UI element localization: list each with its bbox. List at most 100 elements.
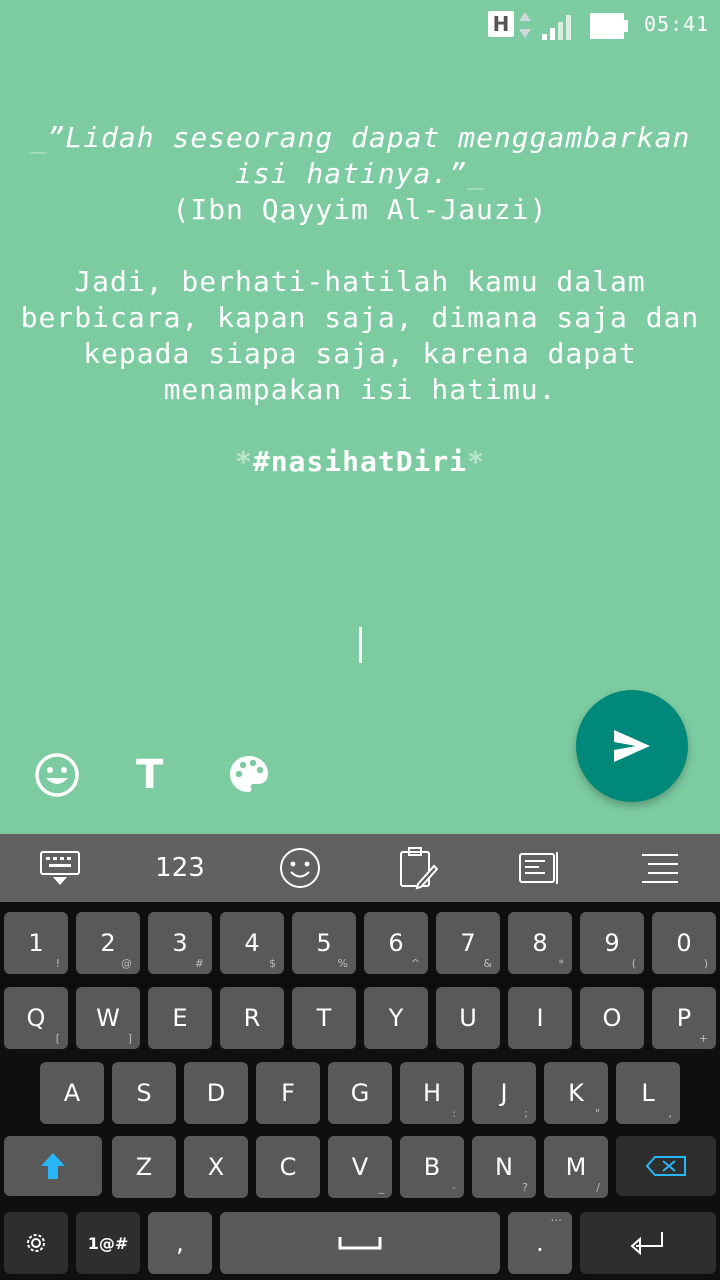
key-e[interactable]: E — [148, 987, 212, 1049]
key-0[interactable]: 0) — [652, 912, 716, 974]
key-r[interactable]: R — [220, 987, 284, 1049]
clock: 05:41 — [644, 12, 710, 36]
key-k[interactable]: K " — [544, 1062, 608, 1124]
symbols-key[interactable]: 1@# — [76, 1212, 140, 1274]
key-label: 7 — [460, 929, 476, 957]
key-b[interactable]: B- — [400, 1136, 464, 1198]
key-7[interactable]: 7 & — [436, 912, 500, 974]
key-label: K — [568, 1079, 584, 1107]
key-1[interactable]: 1! — [4, 912, 68, 974]
key-v[interactable]: V _ — [328, 1136, 392, 1198]
key-o[interactable]: O — [580, 987, 644, 1049]
key-label: H — [422, 1079, 442, 1107]
enter-key[interactable] — [580, 1212, 716, 1274]
key-label: G — [350, 1079, 370, 1107]
key-p[interactable]: P + — [652, 987, 716, 1049]
key-secondary-label: & — [483, 957, 492, 970]
key-y[interactable]: Y — [364, 987, 428, 1049]
key-2[interactable]: 2 @ — [76, 912, 140, 974]
key-label: Q — [26, 1004, 46, 1032]
keyboard-menu-button[interactable] — [620, 834, 700, 902]
status-bar: H 05:41 — [0, 0, 720, 50]
period-label: . — [536, 1229, 544, 1257]
key-t[interactable]: T — [292, 987, 356, 1049]
key-x[interactable]: X — [184, 1136, 248, 1198]
key-label: 6 — [388, 929, 404, 957]
key-label: C — [279, 1153, 297, 1181]
keyboard-hide-button[interactable] — [20, 834, 100, 902]
key-label: I — [536, 1004, 544, 1032]
emoji-icon[interactable] — [34, 752, 80, 798]
key-secondary-label: , — [668, 1107, 673, 1120]
key-s[interactable]: S — [112, 1062, 176, 1124]
key-label: O — [602, 1004, 622, 1032]
status-text-area[interactable]: _”Lidah seseorang dapat menggambarkan is… — [20, 120, 700, 480]
key-label: Z — [135, 1153, 153, 1181]
backspace-key[interactable] — [616, 1136, 716, 1196]
palette-icon[interactable] — [228, 752, 270, 798]
numbers-button[interactable]: 123 — [140, 834, 220, 902]
key-secondary-label: $ — [269, 957, 276, 970]
key-label: X — [207, 1153, 225, 1181]
key-6[interactable]: 6 ^ — [364, 912, 428, 974]
space-key[interactable] — [220, 1212, 500, 1274]
key-5[interactable]: 5% — [292, 912, 356, 974]
quote-line-1: _”Lidah seseorang dapat menggambarkan — [20, 120, 700, 156]
key-i[interactable]: I — [508, 987, 572, 1049]
key-j[interactable]: J; — [472, 1062, 536, 1124]
key-8[interactable]: 8 * — [508, 912, 572, 974]
key-m[interactable]: M / — [544, 1136, 608, 1198]
period-key[interactable]: . ... — [508, 1210, 572, 1274]
send-icon — [614, 730, 650, 762]
key-z[interactable]: Z — [112, 1136, 176, 1198]
hashtag: #nasihatDiri — [252, 445, 468, 478]
key-4[interactable]: 4 $ — [220, 912, 284, 974]
text-edit-button[interactable] — [500, 834, 580, 902]
key-c[interactable]: C — [256, 1136, 320, 1198]
keyboard-hide-icon — [40, 851, 80, 885]
key-3[interactable]: 3 # — [148, 912, 212, 974]
smiley-icon — [280, 848, 320, 888]
key-label: S — [136, 1079, 152, 1107]
key-label: E — [172, 1004, 188, 1032]
key-secondary-label: ? — [522, 1181, 528, 1194]
key-label: T — [316, 1004, 332, 1032]
key-h[interactable]: H: — [400, 1062, 464, 1124]
backspace-icon — [645, 1156, 686, 1176]
key-label: N — [495, 1153, 513, 1181]
text-style-button[interactable]: T — [136, 752, 163, 798]
body-line-2: berbicara, kapan saja, dimana saja dan — [20, 301, 700, 334]
comma-key[interactable]: , — [148, 1212, 212, 1274]
clipboard-button[interactable] — [378, 834, 458, 902]
key-label: 3 — [172, 929, 188, 957]
battery-icon — [590, 13, 628, 39]
key-w[interactable]: W] — [76, 987, 140, 1049]
key-a[interactable]: A — [40, 1062, 104, 1124]
period-sub-label: ... — [550, 1210, 562, 1224]
key-label: W — [96, 1004, 120, 1032]
body-line-4: menampakan isi hatimu. — [163, 373, 557, 406]
key-l[interactable]: L, — [616, 1062, 680, 1124]
key-label: 9 — [604, 929, 620, 957]
settings-key[interactable] — [4, 1212, 68, 1274]
key-label: B — [423, 1153, 441, 1181]
hashtag-suffix: * — [467, 445, 485, 478]
keyboard-emoji-button[interactable] — [260, 834, 340, 902]
key-u[interactable]: U — [436, 987, 500, 1049]
key-g[interactable]: G — [328, 1062, 392, 1124]
key-label: P — [676, 1004, 692, 1032]
key-secondary-label: + — [698, 1032, 708, 1045]
key-f[interactable]: F — [256, 1062, 320, 1124]
hashtag-prefix: * — [234, 445, 253, 478]
key-d[interactable]: D — [184, 1062, 248, 1124]
quote-prefix: _ — [29, 121, 48, 154]
key-n[interactable]: N? — [472, 1136, 536, 1198]
key-q[interactable]: Q[ — [4, 987, 68, 1049]
send-button[interactable] — [576, 690, 688, 802]
key-label: Y — [388, 1004, 404, 1032]
key-9[interactable]: 9( — [580, 912, 644, 974]
shift-key[interactable] — [4, 1136, 102, 1196]
body-line-3: kepada siapa saja, karena dapat — [83, 337, 637, 370]
key-secondary-label: / — [596, 1181, 600, 1194]
key-secondary-label: _ — [378, 1181, 385, 1194]
